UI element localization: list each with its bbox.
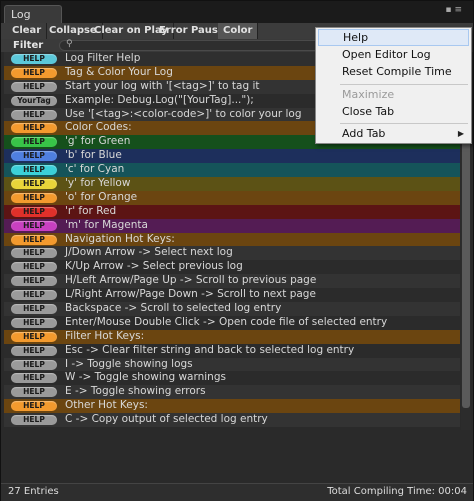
log-row[interactable]: HELP L/Right Arrow/Page Down -> Scroll to… [4, 288, 460, 303]
tag-badge: HELP [11, 192, 57, 203]
log-message: 'g' for Green [65, 135, 131, 148]
tag-badge: HELP [11, 401, 57, 412]
log-row[interactable]: HELP Navigation Hot Keys: [4, 232, 460, 247]
tag-badge: HELP [11, 109, 57, 120]
menu-item-add-tab-label: Add Tab [342, 127, 386, 140]
tag-badge: YourTag [11, 95, 57, 106]
clear-button[interactable]: Clear [7, 23, 48, 39]
tag-badge: HELP [11, 345, 57, 356]
log-message: 'y' for Yellow [65, 177, 131, 190]
context-menu: Help Open Editor Log Reset Compile Time … [315, 27, 472, 144]
log-row[interactable]: HELP Filter Hot Keys: [4, 329, 460, 344]
search-icon: ⚲ [66, 39, 73, 49]
log-message: Navigation Hot Keys: [65, 232, 175, 245]
log-message: L/Right Arrow/Page Down -> Scroll to nex… [65, 288, 316, 301]
window-controls[interactable]: ▪≡ [445, 5, 465, 15]
log-message: Example: Debug.Log("[YourTag]..."); [65, 93, 254, 106]
log-message: Other Hot Keys: [65, 399, 148, 412]
log-message: Enter/Mouse Double Click -> Open code fi… [65, 315, 388, 328]
log-message: 'o' for Orange [65, 190, 138, 203]
tag-badge: HELP [11, 165, 57, 176]
log-message: 'm' for Magenta [65, 218, 148, 231]
log-row[interactable]: HELP Other Hot Keys: [4, 399, 460, 414]
tag-badge: HELP [11, 276, 57, 287]
log-row[interactable]: HELP Enter/Mouse Double Click -> Open cod… [4, 315, 460, 330]
tag-badge: HELP [11, 290, 57, 301]
log-row[interactable]: HELP W -> Toggle showing warnings [4, 371, 460, 386]
tag-badge: HELP [11, 248, 57, 259]
menu-item-close-tab[interactable]: Close Tab [318, 103, 469, 120]
context-menu-icon[interactable]: ≡ [454, 5, 465, 15]
tab-bar: Log ▪≡ [1, 1, 473, 23]
log-message: 'r' for Red [65, 204, 117, 217]
log-message: Filter Hot Keys: [65, 329, 145, 342]
log-message: E -> Toggle showing errors [65, 385, 206, 398]
log-row[interactable]: HELP H/Left Arrow/Page Up -> Scroll to pr… [4, 274, 460, 289]
log-row[interactable]: HELP K/Up Arrow -> Select previous log [4, 260, 460, 275]
log-row[interactable]: HELP 'c' for Cyan [4, 163, 460, 178]
log-row[interactable]: HELP Backspace -> Scroll to selected log … [4, 302, 460, 316]
log-message: 'b' for Blue [65, 149, 122, 162]
tab-log[interactable]: Log [4, 5, 62, 23]
log-message: Backspace -> Scroll to selected log entr… [65, 302, 282, 315]
tag-badge: HELP [11, 81, 57, 92]
tag-badge: HELP [11, 206, 57, 217]
log-message: H/Left Arrow/Page Up -> Scroll to previo… [65, 274, 317, 287]
detail-panel [1, 431, 473, 481]
tag-badge: HELP [11, 67, 57, 78]
tag-badge: HELP [11, 137, 57, 148]
log-row[interactable]: HELP E -> Toggle showing errors [4, 385, 460, 400]
tag-badge: HELP [11, 123, 57, 134]
log-row[interactable]: HELP Esc -> Clear filter string and back … [4, 343, 460, 358]
tag-badge: HELP [11, 373, 57, 384]
tag-badge: HELP [11, 304, 57, 315]
tag-badge: HELP [11, 415, 57, 426]
log-window: Log ▪≡ Clear Collapse Clear on Play Erro… [0, 0, 474, 501]
log-row[interactable]: HELP 'm' for Magenta [4, 218, 460, 233]
menu-separator [340, 84, 468, 85]
entry-count: 27 Entries [8, 486, 59, 497]
log-row[interactable]: HELP C -> Copy output of selected log ent… [4, 413, 460, 427]
log-message: K/Up Arrow -> Select previous log [65, 260, 243, 273]
log-row[interactable]: HELP J/Down Arrow -> Select next log [4, 246, 460, 261]
tag-badge: HELP [11, 220, 57, 231]
log-row[interactable]: HELP 'y' for Yellow [4, 177, 460, 191]
log-message: Log Filter Help [65, 52, 141, 64]
filter-label: Filter [13, 40, 44, 51]
log-message: 'c' for Cyan [65, 163, 125, 176]
tag-badge: HELP [11, 262, 57, 273]
log-message: Start your log with '[<tag>]' to tag it [65, 79, 260, 92]
log-message: Color Codes: [65, 121, 132, 134]
color-button[interactable]: Color [218, 23, 259, 39]
submenu-arrow-icon: ▶ [457, 129, 464, 138]
log-message: J/Down Arrow -> Select next log [65, 246, 233, 259]
tag-badge: HELP [11, 387, 57, 398]
tag-badge: HELP [11, 234, 57, 245]
menu-item-add-tab[interactable]: Add Tab ▶ [318, 125, 469, 142]
log-message: C -> Copy output of selected log entry [65, 413, 268, 426]
menu-item-maximize: Maximize [342, 88, 395, 101]
compile-time: Total Compiling Time: 00:04 [327, 486, 467, 497]
menu-item-open-editor-log[interactable]: Open Editor Log [318, 46, 469, 63]
log-message: W -> Toggle showing warnings [65, 371, 226, 384]
tag-badge: HELP [11, 54, 57, 64]
log-row[interactable]: HELP I -> Toggle showing logs [4, 357, 460, 372]
tag-badge: HELP [11, 331, 57, 342]
tag-badge: HELP [11, 359, 57, 370]
tag-badge: HELP [11, 151, 57, 162]
menu-item-reset-compile-time[interactable]: Reset Compile Time [318, 63, 469, 80]
status-bar: 27 Entries Total Compiling Time: 00:04 [1, 483, 473, 501]
log-message: Tag & Color Your Log [65, 65, 173, 78]
tag-badge: HELP [11, 317, 57, 328]
menu-item-help[interactable]: Help [318, 29, 469, 46]
log-row[interactable]: HELP 'b' for Blue [4, 149, 460, 164]
log-row[interactable]: HELP 'o' for Orange [4, 190, 460, 205]
log-message: I -> Toggle showing logs [65, 357, 193, 370]
log-message: Use '[<tag>:<color-code>]' to color your… [65, 107, 302, 120]
tag-badge: HELP [11, 179, 57, 190]
log-row[interactable]: HELP 'r' for Red [4, 204, 460, 219]
menu-separator [340, 123, 468, 124]
log-message: Esc -> Clear filter string and back to s… [65, 343, 355, 356]
